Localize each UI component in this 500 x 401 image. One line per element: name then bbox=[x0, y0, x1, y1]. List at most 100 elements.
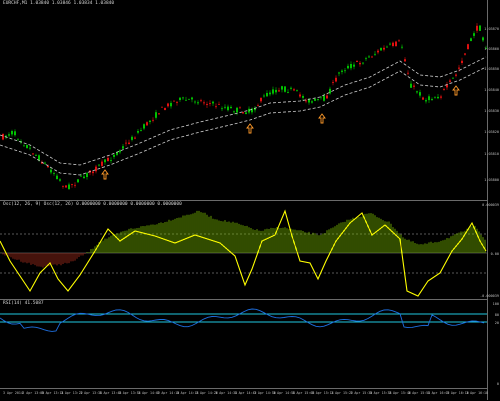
candle-body bbox=[26, 145, 28, 148]
candle-body bbox=[170, 102, 172, 107]
rsi-tick: 20 bbox=[494, 321, 499, 325]
candle-body bbox=[176, 101, 178, 103]
candle-body bbox=[458, 67, 460, 69]
candle-body bbox=[479, 25, 481, 31]
candle-body bbox=[440, 96, 442, 98]
candle-body bbox=[380, 48, 382, 51]
candle-body bbox=[230, 106, 232, 109]
candle-body bbox=[209, 103, 211, 104]
candle-body bbox=[473, 33, 475, 36]
price-tick: 1.03840 bbox=[484, 88, 499, 92]
candle-body bbox=[188, 98, 190, 100]
candle-body bbox=[137, 131, 139, 133]
candle-body bbox=[194, 101, 196, 103]
rsi-pane[interactable]: RSI(14) 41.5087 bbox=[0, 300, 487, 388]
price-chart-canvas[interactable] bbox=[0, 0, 487, 200]
candle-body bbox=[140, 130, 142, 131]
candle-body bbox=[269, 92, 271, 95]
candle-body bbox=[224, 106, 226, 108]
price-chart-pane[interactable]: EURCHF,M1 1.03840 1.03846 1.03834 1.0384… bbox=[0, 0, 487, 200]
candle-body bbox=[14, 131, 16, 136]
candle-body bbox=[344, 70, 346, 72]
candle-body bbox=[266, 93, 268, 97]
candle-body bbox=[281, 86, 283, 90]
price-tick: 1.03800 bbox=[484, 178, 499, 182]
candle-body bbox=[59, 179, 61, 181]
candle-body bbox=[98, 164, 100, 166]
candle-body bbox=[62, 185, 64, 187]
candle-body bbox=[83, 176, 85, 179]
candle-body bbox=[287, 92, 289, 93]
candle-body bbox=[200, 100, 202, 102]
price-tick: 1.03830 bbox=[484, 109, 499, 113]
candle-body bbox=[422, 97, 424, 100]
candle-body bbox=[383, 47, 385, 50]
candle-body bbox=[128, 142, 130, 144]
candle-body bbox=[392, 42, 394, 46]
candle-body bbox=[350, 64, 352, 69]
candle-body bbox=[245, 112, 247, 114]
candle-body bbox=[419, 92, 421, 96]
candle-body bbox=[371, 56, 373, 58]
oscillator-pane[interactable]: Osc(12, 26, 9) Osc(12, 26) 0.0000000 0.0… bbox=[0, 201, 487, 299]
oscillator-canvas[interactable] bbox=[0, 201, 487, 299]
candle-body bbox=[146, 122, 148, 126]
candle-body bbox=[305, 100, 307, 102]
candle-body bbox=[107, 157, 109, 162]
candle-body bbox=[296, 89, 298, 91]
candle-body bbox=[92, 171, 94, 174]
candle-body bbox=[395, 41, 397, 46]
candle-body bbox=[227, 106, 229, 111]
candle-body bbox=[374, 53, 376, 55]
candle-body bbox=[155, 112, 157, 118]
candle-body bbox=[362, 62, 364, 64]
candle-body bbox=[77, 179, 79, 183]
candle-body bbox=[437, 96, 439, 99]
candle-body bbox=[359, 62, 361, 65]
candle-body bbox=[131, 136, 133, 140]
candle-body bbox=[206, 104, 208, 105]
candle-body bbox=[461, 60, 463, 63]
candle-body bbox=[347, 65, 349, 69]
candle-body bbox=[389, 43, 391, 45]
candle-body bbox=[221, 108, 223, 110]
candle-body bbox=[302, 96, 304, 98]
candle-body bbox=[164, 108, 166, 110]
oscillator-pane-title: Osc(12, 26, 9) Osc(12, 26) 0.0000000 0.0… bbox=[3, 202, 182, 207]
candle-body bbox=[326, 95, 328, 99]
candle-body bbox=[71, 184, 73, 185]
candle-body bbox=[404, 59, 406, 62]
candle-body bbox=[152, 119, 154, 121]
price-axis[interactable]: 1.03870 1.03860 1.03850 1.03840 1.03830 … bbox=[480, 0, 500, 400]
price-tick: 1.03850 bbox=[484, 67, 499, 71]
candle-body bbox=[50, 169, 52, 173]
candle-body bbox=[161, 106, 163, 108]
rsi-canvas[interactable] bbox=[0, 300, 487, 388]
candle-body bbox=[317, 99, 319, 100]
candle-body bbox=[239, 107, 241, 109]
candle-body bbox=[482, 37, 484, 41]
candle-body bbox=[35, 155, 37, 156]
candle-body bbox=[212, 101, 214, 104]
up-arrow-signal-icon bbox=[246, 123, 254, 134]
candle-body bbox=[23, 145, 25, 147]
candle-body bbox=[416, 91, 418, 93]
candle-body bbox=[452, 77, 454, 79]
candle-body bbox=[263, 95, 265, 97]
price-tick: 1.03810 bbox=[484, 152, 499, 156]
up-arrow-signal-icon bbox=[318, 113, 326, 124]
candle-body bbox=[203, 102, 205, 104]
time-axis[interactable]: 3 Apr 2014 3 Apr 13:00 3 Apr 13:14 3 Apr 13… bbox=[0, 388, 488, 401]
rsi-tick: 80 bbox=[494, 313, 499, 317]
candle-body bbox=[113, 154, 115, 157]
rsi-tick: 100 bbox=[492, 302, 499, 306]
candle-body bbox=[32, 153, 34, 155]
candle-body bbox=[125, 142, 127, 144]
candle-body bbox=[449, 80, 451, 82]
rsi-tick: 0 bbox=[496, 382, 499, 386]
candle-body bbox=[248, 108, 250, 113]
candle-body bbox=[53, 173, 55, 174]
candle-body bbox=[278, 90, 280, 92]
price-tick: 1.03860 bbox=[484, 47, 499, 51]
candle-body bbox=[299, 94, 301, 97]
